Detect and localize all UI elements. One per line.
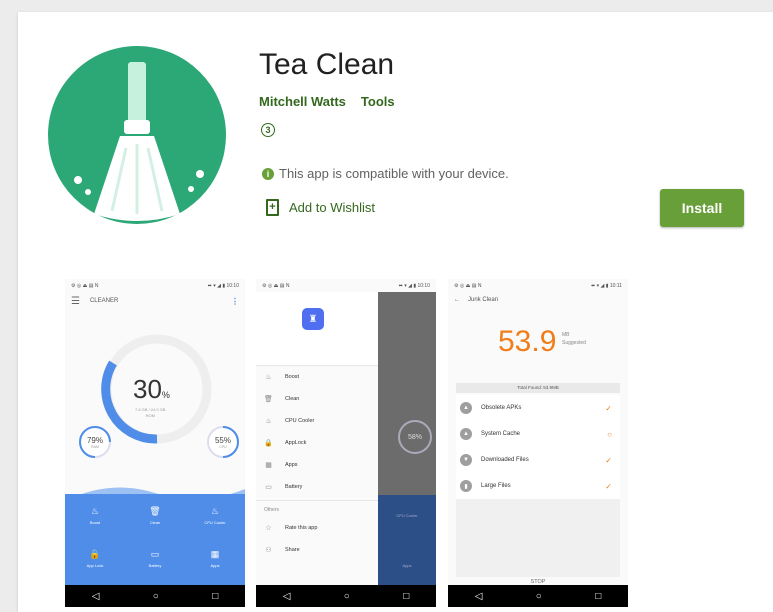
status-icons: ⚙ ◎ ⏏ ▤ N — [262, 282, 290, 289]
overlay-label-apps: Apps — [402, 563, 412, 568]
app-title: Tea Clean — [259, 48, 395, 81]
screenshot-navigation-drawer[interactable]: ⚙ ◎ ⏏ ▤ N ⬌ ▾ ◢ ▮ 10:10 58% CPU Cooler A… — [256, 279, 436, 607]
overlay-gauge: 58% — [398, 420, 432, 454]
storage-percent: 30% — [133, 374, 170, 404]
back-icon: ◁ — [474, 590, 483, 602]
home-icon: ○ — [535, 590, 542, 602]
drawer-item-apps: ▦ Apps — [265, 462, 298, 469]
screenshot-cleaner-dashboard[interactable]: ⚙ ◎ ⏏ ▤ N ⬌ ▾ ◢ ▮ 10:10 ☰ CLEANER ⋮ 30% … — [65, 279, 245, 607]
grid-cpu-cooler: ♨ CPU Cooler — [204, 506, 226, 525]
drawer-item-battery: ▭ Battery — [265, 484, 303, 491]
home-icon: ○ — [343, 590, 350, 602]
overlay-grid: CPU Cooler Apps — [378, 495, 436, 585]
junk-row-obsolete-apks: ▲ Obsolete APKs ✓ — [456, 395, 620, 421]
grid-battery: ▭ Battery — [148, 549, 162, 568]
status-time: ⬌ ▾ ◢ ▮ 10:11 — [591, 282, 622, 289]
drawer-item-applock: 🔒 AppLock — [264, 440, 307, 447]
status-icons: ⚙ ◎ ⏏ ▤ N — [454, 282, 482, 289]
grid-clean: 🗑 Clean — [149, 506, 161, 525]
app-logo-icon: ♜ — [302, 308, 324, 330]
junk-row-downloaded-files: ▼ Downloaded Files ✓ — [456, 447, 620, 473]
navigation-drawer: ♜ ♨ Boost 🗑 Clean ♨ CPU Cooler 🔒 AppLock ▦ Ap… — [256, 292, 378, 585]
drawer-section-others: Others — [256, 500, 378, 517]
drawer-item-boost: ♨ Boost — [265, 374, 300, 381]
status-bar: ⚙ ◎ ⏏ ▤ N ⬌ ▾ ◢ ▮ 10:10 — [256, 279, 436, 292]
toolbar: ← Junk Clean — [448, 292, 628, 308]
empty-area — [456, 499, 620, 577]
bookmark-plus-icon: + — [266, 199, 279, 216]
junk-size-unit: MB Suggested — [562, 332, 586, 346]
status-bar: ⚙ ◎ ⏏ ▤ N ⬌ ▾ ◢ ▮ 10:11 — [448, 279, 628, 292]
compatibility-text: This app is compatible with your device. — [279, 166, 509, 181]
dimmed-overlay: 58% CPU Cooler Apps — [378, 292, 436, 585]
ram-gauge: 79% RAM — [86, 436, 103, 449]
recent-apps-icon: □ — [212, 590, 219, 602]
android-navbar: ◁ ○ □ — [448, 585, 628, 607]
content-rating-badge[interactable]: 3 — [261, 123, 275, 137]
back-arrow-icon: ← — [454, 297, 460, 303]
drawer-item-share: ⚇ Share — [265, 547, 300, 554]
info-icon: i — [262, 167, 274, 180]
status-time: ⬌ ▾ ◢ ▮ 10:10 — [398, 282, 430, 289]
add-to-wishlist-button[interactable]: + Add to Wishlist — [266, 199, 375, 216]
install-button[interactable]: Install — [660, 189, 744, 227]
junk-row-system-cache: ▲ System Cache ○ — [456, 421, 620, 447]
android-navbar: ◁ ○ □ — [65, 585, 245, 607]
grid-apps: ▦ Apps — [210, 549, 220, 568]
back-icon: ◁ — [91, 590, 100, 602]
storage-detail: 7.6 GB / 24.0 GB ROM — [135, 407, 166, 418]
grid-boost: ♨ Boost — [89, 506, 101, 525]
download-icon: ▼ — [460, 454, 472, 466]
home-icon: ○ — [152, 590, 159, 602]
file-icon: ▮ — [460, 480, 472, 492]
junk-row-large-files: ▮ Large Files ✓ — [456, 473, 620, 499]
junk-size: 53.9 — [498, 325, 557, 358]
drawer-item-cpu-cooler: ♨ CPU Cooler — [265, 418, 315, 425]
feature-grid: ♨ Boost 🗑 Clean ♨ CPU Cooler 🔒 App Lock ▭ Bat… — [65, 494, 245, 585]
compatibility-notice: i This app is compatible with your devic… — [262, 166, 509, 181]
cache-icon: ▲ — [460, 428, 472, 440]
toolbar-title: Junk Clean — [468, 297, 499, 303]
drawer-item-rate: ☆ Rate this app — [265, 525, 318, 532]
category-link[interactable]: Tools — [361, 94, 395, 109]
drawer-item-clean: 🗑 Clean — [264, 396, 300, 403]
app-details-card: Tea Clean Mitchell Watts Tools 3 i This … — [18, 12, 773, 612]
recent-apps-icon: □ — [595, 590, 602, 602]
screenshot-junk-clean[interactable]: ⚙ ◎ ⏏ ▤ N ⬌ ▾ ◢ ▮ 10:11 ← Junk Clean 53.… — [448, 279, 628, 607]
android-navbar: ◁ ○ □ — [256, 585, 436, 607]
android-icon: ▲ — [460, 402, 472, 414]
app-meta: Mitchell Watts Tools — [259, 94, 395, 109]
recent-apps-icon: □ — [403, 590, 410, 602]
total-found: Total Found: 53.9MB — [456, 383, 620, 393]
drawer-header: ♜ — [256, 292, 378, 366]
broom-icon — [48, 46, 226, 224]
cpu-gauge: 55% CPU — [214, 436, 231, 449]
developer-link[interactable]: Mitchell Watts — [259, 94, 346, 109]
back-icon: ◁ — [282, 590, 291, 602]
overlay-label-cpu: CPU Cooler — [396, 513, 418, 518]
wishlist-label: Add to Wishlist — [289, 200, 375, 215]
grid-app-lock: 🔒 App Lock — [86, 549, 104, 568]
